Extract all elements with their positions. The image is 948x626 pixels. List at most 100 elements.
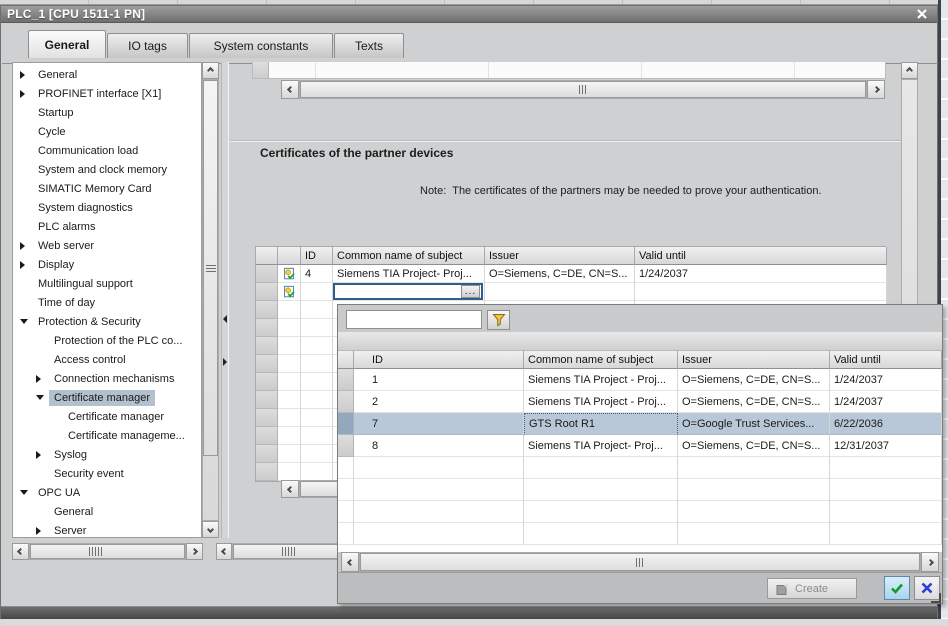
empty-cell[interactable] xyxy=(301,319,333,337)
popup-empty-row[interactable] xyxy=(338,501,942,523)
nav-item-startup[interactable]: Startup xyxy=(13,103,201,122)
row-header-cell[interactable] xyxy=(256,409,278,427)
row-header-cell[interactable] xyxy=(256,355,278,373)
main-horizontal-scrollbar[interactable] xyxy=(216,543,344,560)
empty-cell[interactable] xyxy=(354,501,524,523)
scroll-thumb[interactable] xyxy=(30,544,185,559)
tab-io-tags[interactable]: IO tags xyxy=(107,33,188,58)
empty-cell[interactable] xyxy=(830,457,942,479)
cell-common-name[interactable]: Siemens TIA Project- Proj... xyxy=(524,435,678,457)
scroll-left-button[interactable] xyxy=(216,543,232,560)
scroll-thumb[interactable] xyxy=(360,553,920,571)
empty-cell[interactable] xyxy=(278,409,301,427)
tab-system-constants[interactable]: System constants xyxy=(189,33,333,58)
popup-empty-row[interactable] xyxy=(338,479,942,501)
filter-button[interactable] xyxy=(487,310,510,330)
row-header-cell[interactable] xyxy=(256,319,278,337)
empty-cell[interactable] xyxy=(301,391,333,409)
cell-issuer[interactable]: O=Siemens, C=DE, CN=S... xyxy=(678,391,830,413)
scroll-track[interactable] xyxy=(202,79,219,521)
empty-cell[interactable] xyxy=(524,523,678,545)
nav-item-multilingual-support[interactable]: Multilingual support xyxy=(13,274,201,293)
empty-cell[interactable] xyxy=(338,501,354,523)
column-header-blank[interactable] xyxy=(278,247,301,265)
scroll-up-button[interactable] xyxy=(901,62,918,79)
scroll-thumb[interactable] xyxy=(203,80,218,456)
empty-cell[interactable] xyxy=(678,479,830,501)
empty-cell[interactable] xyxy=(830,501,942,523)
column-header-issuer[interactable]: Issuer xyxy=(678,351,830,369)
scroll-left-button[interactable] xyxy=(341,552,359,572)
column-header-id[interactable]: ID xyxy=(301,247,333,265)
row-header-cell[interactable] xyxy=(338,391,354,413)
nav-item-certificate-manager[interactable]: Certificate manager xyxy=(13,407,201,426)
column-header-valid-until[interactable]: Valid until xyxy=(635,247,887,265)
nav-item-display[interactable]: Display xyxy=(13,255,201,274)
empty-cell[interactable] xyxy=(278,319,301,337)
empty-cell[interactable] xyxy=(278,445,301,463)
empty-cell[interactable] xyxy=(354,457,524,479)
nav-item-server[interactable]: Server xyxy=(13,521,201,538)
row-header-cell[interactable] xyxy=(256,373,278,391)
empty-cell[interactable] xyxy=(354,479,524,501)
nav-item-plc-alarms[interactable]: PLC alarms xyxy=(13,217,201,236)
cell-id[interactable]: 1 xyxy=(354,369,524,391)
empty-cell[interactable] xyxy=(278,373,301,391)
scroll-right-button[interactable] xyxy=(186,543,203,560)
column-header-id[interactable]: ID xyxy=(354,351,524,369)
empty-cell[interactable] xyxy=(278,427,301,445)
cell-valid-until[interactable]: 12/31/2037 xyxy=(830,435,942,457)
empty-cell[interactable] xyxy=(678,501,830,523)
empty-cell[interactable] xyxy=(278,355,301,373)
row-header-cell[interactable] xyxy=(256,265,278,283)
certificate-option-row[interactable]: 7GTS Root R1O=Google Trust Services...6/… xyxy=(338,413,942,435)
empty-cell[interactable] xyxy=(301,355,333,373)
empty-cell[interactable] xyxy=(301,463,333,481)
cell-issuer[interactable]: O=Siemens, C=DE, CN=S... xyxy=(485,265,635,283)
column-header-common-name-of-subject[interactable]: Common name of subject xyxy=(524,351,678,369)
row-header-cell[interactable] xyxy=(256,463,278,481)
row-header-cell[interactable] xyxy=(256,391,278,409)
row-header-cell[interactable] xyxy=(338,435,354,457)
nav-item-security-event[interactable]: Security event xyxy=(13,464,201,483)
table-edit-row[interactable]: ... xyxy=(256,283,885,301)
empty-cell[interactable] xyxy=(830,523,942,545)
empty-cell[interactable] xyxy=(830,479,942,501)
tab-texts[interactable]: Texts xyxy=(334,33,404,58)
cell-issuer[interactable]: O=Siemens, C=DE, CN=S... xyxy=(678,435,830,457)
popup-horizontal-scrollbar[interactable] xyxy=(341,552,939,572)
table-row[interactable]: 4Siemens TIA Project- Proj...O=Siemens, … xyxy=(256,265,885,283)
empty-cell[interactable] xyxy=(524,479,678,501)
column-header-valid-until[interactable]: Valid until xyxy=(830,351,942,369)
scroll-thumb[interactable] xyxy=(233,544,343,559)
row-header-cell[interactable] xyxy=(256,301,278,319)
empty-cell[interactable] xyxy=(354,523,524,545)
create-button[interactable]: Create xyxy=(767,578,857,599)
empty-cell[interactable] xyxy=(678,523,830,545)
nav-item-system-diagnostics[interactable]: System diagnostics xyxy=(13,198,201,217)
column-header-issuer[interactable]: Issuer xyxy=(485,247,635,265)
scroll-left-button[interactable] xyxy=(281,480,299,498)
nav-item-certificate-manageme[interactable]: Certificate manageme... xyxy=(13,426,201,445)
nav-horizontal-scrollbar[interactable] xyxy=(12,543,203,560)
certificate-option-row[interactable]: 8Siemens TIA Project- Proj...O=Siemens, … xyxy=(338,435,942,457)
row-header-cell[interactable] xyxy=(256,337,278,355)
nav-item-certificate-manager[interactable]: Certificate manager xyxy=(13,388,201,407)
nav-item-protection-security[interactable]: Protection & Security xyxy=(13,312,201,331)
nav-item-protection-of-the-plc-co[interactable]: Protection of the PLC co... xyxy=(13,331,201,350)
nav-item-web-server[interactable]: Web server xyxy=(13,236,201,255)
cell-common-name[interactable]: Siemens TIA Project - Proj... xyxy=(524,391,678,413)
empty-cell[interactable] xyxy=(338,523,354,545)
nav-item-profinet-interface-x1[interactable]: PROFINET interface [X1] xyxy=(13,84,201,103)
row-header-cell[interactable] xyxy=(338,369,354,391)
cell-issuer[interactable]: O=Google Trust Services... xyxy=(678,413,830,435)
expand-right-icon[interactable] xyxy=(223,358,227,366)
empty-cell[interactable] xyxy=(301,427,333,445)
empty-cell[interactable] xyxy=(278,301,301,319)
empty-cell[interactable] xyxy=(338,457,354,479)
empty-cell[interactable] xyxy=(301,409,333,427)
scroll-thumb[interactable] xyxy=(300,81,866,98)
empty-cell[interactable] xyxy=(278,337,301,355)
scroll-left-button[interactable] xyxy=(281,80,299,99)
column-header-common-name-of-subject[interactable]: Common name of subject xyxy=(333,247,485,265)
